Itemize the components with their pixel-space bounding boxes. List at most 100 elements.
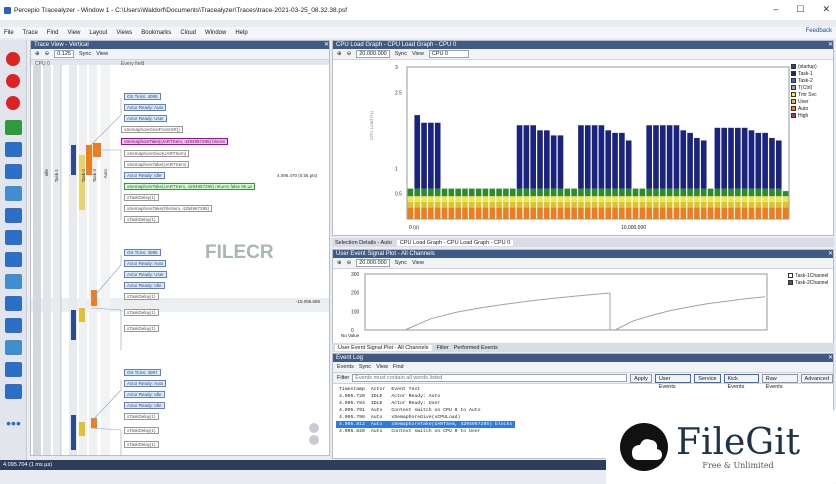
cpu-load-icon[interactable] [5, 142, 22, 157]
tab-signal-plot[interactable]: User Event Signal Plot - All Channels [335, 344, 432, 351]
tab-filter[interactable]: Filter [437, 345, 449, 351]
cpu-select[interactable]: CPU 0 [428, 50, 469, 58]
filter-input[interactable]: Events must contain all words listed [352, 374, 628, 382]
zoom-out-icon[interactable]: ⊖ [347, 51, 352, 57]
event-label[interactable]: Actor Ready: User [124, 115, 167, 122]
event-label[interactable]: xTaskDelay(1) [124, 309, 159, 316]
event-label[interactable]: xTaskDelay(1) [124, 427, 159, 434]
event-label[interactable]: OS Ticks: 4097 [124, 369, 161, 376]
trace-canvas[interactable] [31, 60, 330, 455]
event-label[interactable]: xSemaphoreTake(FileSem, 4294967295) [124, 205, 213, 212]
dependency-icon[interactable] [5, 296, 22, 311]
menu-layout[interactable]: Layout [89, 30, 107, 36]
user-events-button[interactable]: User Events [654, 373, 692, 390]
statistics-icon[interactable] [5, 274, 22, 289]
event-label[interactable]: xSemaphoreTake(UARTSem) [124, 161, 190, 168]
signal-icon[interactable] [5, 340, 22, 355]
event-label[interactable]: Actor Ready: Idle [124, 282, 165, 289]
zoom-out-icon[interactable]: ⊖ [45, 51, 50, 57]
close-icon[interactable]: ✕ [828, 41, 833, 49]
trace-view-icon[interactable] [5, 120, 22, 135]
zoom-out-icon[interactable]: ⊖ [347, 260, 352, 266]
hierarchy-icon[interactable] [5, 230, 22, 245]
menu-find[interactable]: Find [47, 30, 59, 36]
advanced-button[interactable]: Advanced [800, 373, 834, 383]
event-label[interactable]: Actor Ready: Idle [124, 172, 165, 179]
event-label[interactable]: Actor Ready: Auto [124, 260, 167, 267]
event-label-selected[interactable]: xSemaphoreTake(UARTSem, 4294967295) bloc… [121, 138, 228, 145]
event-label[interactable]: xTaskDelay(1) [124, 441, 159, 448]
close-icon[interactable]: ✕ [828, 354, 833, 362]
table-row[interactable]: 4.095.720 IDLE Actor Ready: Auto [336, 393, 515, 400]
event-label[interactable]: xSemaphoreGive(UARTSem) [124, 150, 190, 157]
raw-events-button[interactable]: Raw Events [761, 373, 798, 390]
table-row[interactable]: 4.095.784 IDLE Actor Ready: User [336, 400, 515, 407]
view-menu[interactable]: View [412, 260, 424, 266]
view-menu[interactable]: View [412, 51, 424, 57]
tab-selection-details[interactable]: Selection Details - Auto [335, 240, 392, 246]
menu-bookmarks[interactable]: Bookmarks [141, 30, 171, 36]
kick-events-button[interactable]: Kick Events [723, 373, 759, 390]
column-header[interactable]: Timestamp [336, 386, 368, 393]
close-icon[interactable]: ✕ [324, 41, 329, 49]
table-row[interactable]: 4.095.820 Auto Context switch on CPU 0 to … [336, 428, 515, 435]
zoom-input[interactable]: 20.000.000 [356, 50, 390, 58]
report-icon[interactable] [5, 384, 22, 399]
sync-button[interactable]: Sync [395, 51, 407, 57]
event-label[interactable]: Actor Ready: Idle [124, 391, 165, 398]
feedback-link[interactable]: Feedback [806, 28, 832, 34]
sync-button[interactable]: Sync [79, 51, 91, 57]
record-icon[interactable] [6, 52, 20, 66]
menu-views[interactable]: Views [116, 30, 132, 36]
column-header[interactable]: Event Text [388, 386, 515, 393]
event-label[interactable]: OS Ticks: 4095 [124, 93, 161, 100]
tab-events[interactable]: Events [337, 364, 354, 370]
view-menu[interactable]: View [376, 364, 388, 370]
stop-icon[interactable] [6, 74, 20, 88]
timeline-icon[interactable] [5, 186, 22, 201]
minimize-button[interactable]: – [773, 4, 778, 15]
find-button[interactable]: Find [393, 364, 404, 370]
graph-icon[interactable] [5, 208, 22, 223]
sync-button[interactable]: Sync [395, 260, 407, 266]
event-label[interactable]: xTaskDelay(1) [124, 325, 159, 332]
zoom-in-icon[interactable]: ⊕ [337, 51, 342, 57]
event-label[interactable]: xTaskDelay(1) [124, 293, 159, 300]
menu-trace[interactable]: Trace [23, 30, 38, 36]
network-icon[interactable] [5, 318, 22, 333]
close-icon[interactable]: ✕ [828, 250, 833, 258]
cpu-load-chart[interactable]: 3 2.5 1 0.5 [333, 61, 833, 231]
close-button[interactable]: ✕ [822, 4, 830, 15]
service-button[interactable]: Service [694, 373, 721, 383]
heap-icon[interactable] [5, 362, 22, 377]
column-header[interactable]: Actor [368, 386, 388, 393]
table-row[interactable]: 4.095.812 Auto xSemaphoreTake(UARTSem, 429… [336, 421, 516, 428]
zoom-input[interactable]: 0.125 [54, 50, 74, 58]
maximize-button[interactable]: ☐ [796, 4, 804, 15]
menu-help[interactable]: Help [235, 30, 247, 36]
menu-cloud[interactable]: Cloud [180, 30, 196, 36]
menu-view[interactable]: View [67, 30, 80, 36]
tab-cpu-load[interactable]: CPU Load Graph - CPU Load Graph - CPU 0 [396, 239, 514, 246]
signal-plot[interactable]: 3002001000 [333, 270, 773, 340]
event-label[interactable]: Actor Ready: Auto [124, 380, 167, 387]
snapshot-icon[interactable] [6, 96, 20, 110]
table-row[interactable]: 4.095.798 Auto xSemaphoreGive(xCPULoad) [336, 414, 515, 421]
table-row[interactable]: 4.095.791 Auto Context switch on CPU 0 to … [336, 407, 515, 414]
actor-icon[interactable] [5, 164, 22, 179]
tab-performed-events[interactable]: Performed Events [454, 345, 498, 351]
zoom-input[interactable]: 20.000.000 [356, 259, 390, 267]
sync-button[interactable]: Sync [359, 364, 371, 370]
menu-file[interactable]: File [4, 30, 14, 36]
apply-button[interactable]: Apply [630, 373, 652, 383]
event-label[interactable]: xTaskDelay(1) [124, 194, 159, 201]
event-label[interactable]: xSemaphoreGiveFromISR() [121, 126, 183, 133]
event-label[interactable]: Actor Ready: Auto [124, 104, 167, 111]
event-label[interactable]: Actor Ready: Idle [124, 402, 165, 409]
view-menu[interactable]: View [96, 51, 108, 57]
event-label[interactable]: xSemaphoreTake(UARTSem, 4294967295) retu… [124, 183, 256, 190]
more-icon[interactable]: ••• [5, 416, 22, 433]
zoom-in-icon[interactable]: ⊕ [35, 51, 40, 57]
event-label[interactable]: Actor Ready: User [124, 271, 167, 278]
zoom-in-icon[interactable]: ⊕ [337, 260, 342, 266]
